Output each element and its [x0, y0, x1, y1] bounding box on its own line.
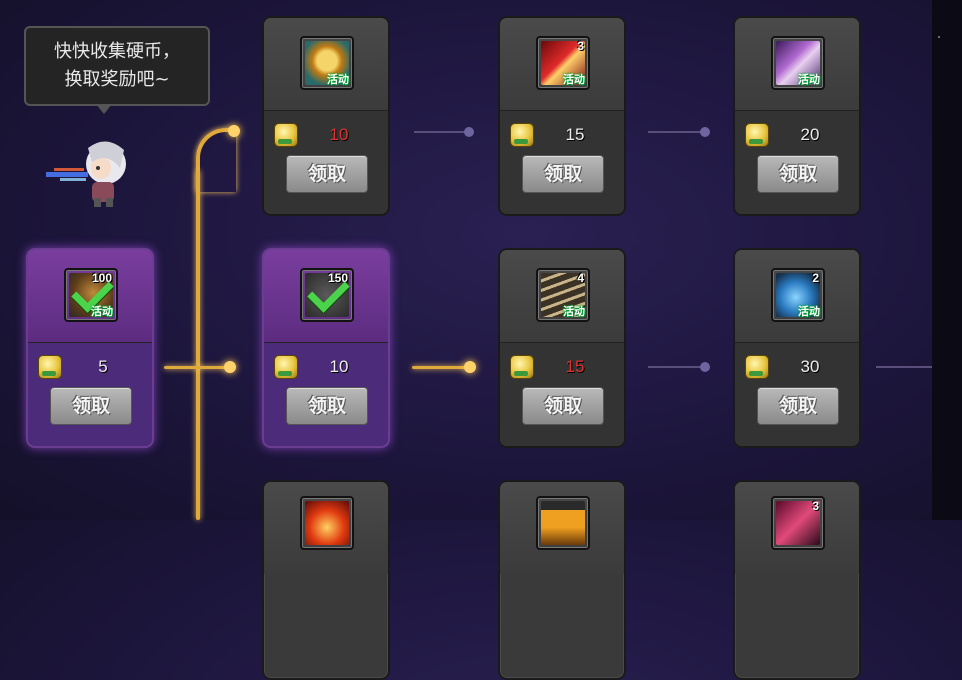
orange-pyramid-icon-art [541, 501, 585, 545]
coin-icon [745, 355, 769, 379]
item-count: 2 [812, 271, 819, 285]
reward-card: 活动 20 领取 [733, 16, 861, 216]
node-r1-3 [700, 127, 710, 137]
card-bottom: 30 领取 [735, 342, 859, 446]
event-tag: 活动 [563, 74, 585, 86]
speech-bubble: 快快收集硬币， 换取奖励吧~ [24, 26, 210, 106]
right-edge-panel [932, 0, 962, 520]
node-r1-2 [464, 127, 474, 137]
reward-card-claimed: 150 10 领取 [262, 248, 390, 448]
reward-card-claimed: 100 活动 5 领取 [26, 248, 154, 448]
orange-pyramid-icon[interactable] [536, 496, 590, 550]
red-flame-icon[interactable] [300, 496, 354, 550]
character-sprite-icon [46, 141, 126, 207]
blue-gem-icon[interactable]: 2 活动 [771, 268, 825, 322]
dot [938, 36, 940, 38]
claim-button[interactable]: 领取 [286, 155, 368, 193]
claim-button[interactable]: 领取 [50, 387, 132, 425]
link-r1-2-3 [648, 131, 704, 133]
card-bottom: 20 领取 [735, 110, 859, 214]
coin-price: 15 [565, 357, 585, 376]
coin-icon [274, 123, 298, 147]
gold-medal-icon[interactable]: 活动 [300, 36, 354, 90]
link-r2-2-3 [648, 366, 704, 368]
reward-card: 3 [733, 480, 861, 680]
pink-weapon-icon[interactable]: 3 [771, 496, 825, 550]
purple-box-icon[interactable]: 活动 [771, 36, 825, 90]
claim-button[interactable]: 领取 [286, 387, 368, 425]
bubble-tail [96, 104, 112, 114]
reward-card: 活动 10 领取 [262, 16, 390, 216]
event-tag: 活动 [798, 74, 820, 86]
coin-price: 30 [800, 357, 820, 376]
card-bottom: 10 领取 [264, 342, 388, 446]
event-tag: 活动 [327, 74, 349, 86]
bubble-line-1: 快快收集硬币， [54, 41, 180, 62]
link-r1-1-2 [414, 131, 468, 133]
coin-icon [510, 123, 534, 147]
coin-icon [510, 355, 534, 379]
card-bottom: 10 领取 [264, 110, 388, 214]
reward-card [498, 480, 626, 680]
link-r2-3-4 [876, 366, 932, 368]
link-r2-1-2 [412, 366, 470, 369]
coin-icon [38, 355, 62, 379]
coin-price: 15 [565, 125, 585, 144]
coin-icon [745, 123, 769, 147]
event-tag: 活动 [563, 306, 585, 318]
claim-button[interactable]: 领取 [522, 387, 604, 425]
reward-card: 2 活动 30 领取 [733, 248, 861, 448]
fence-icon[interactable]: 4 活动 [536, 268, 590, 322]
event-tag: 活动 [91, 306, 113, 318]
node-r2-start [224, 361, 236, 373]
reward-card [262, 480, 390, 680]
coin-price: 10 [329, 357, 349, 376]
claim-button[interactable]: 领取 [522, 155, 604, 193]
coin-price: 20 [800, 125, 820, 144]
reward-card: 3 活动 15 领取 [498, 16, 626, 216]
event-tag: 活动 [798, 306, 820, 318]
card-bottom: 5 领取 [28, 342, 152, 446]
item-count: 4 [577, 271, 584, 285]
coin-icon [274, 355, 298, 379]
red-flame-icon-art [305, 501, 349, 545]
bubble-line-2: 换取奖励吧~ [64, 69, 170, 90]
node-r2-3 [700, 362, 710, 372]
reward-card: 4 活动 15 领取 [498, 248, 626, 448]
node-r2-2 [464, 361, 476, 373]
trunk-line [196, 170, 200, 520]
card-bottom: 15 领取 [500, 342, 624, 446]
claim-button[interactable]: 领取 [757, 387, 839, 425]
item-icon[interactable]: 150 [300, 268, 354, 322]
coin-price: 5 [98, 357, 108, 376]
card-bottom: 15 领取 [500, 110, 624, 214]
claim-button[interactable]: 领取 [757, 155, 839, 193]
node-r1-start [228, 125, 240, 137]
item-count: 3 [812, 499, 819, 513]
pet-icon[interactable]: 100 活动 [64, 268, 118, 322]
red-weapon-icon[interactable]: 3 活动 [536, 36, 590, 90]
item-count: 3 [577, 39, 584, 53]
coin-price: 10 [329, 125, 349, 144]
branch-curve-top [196, 128, 236, 192]
